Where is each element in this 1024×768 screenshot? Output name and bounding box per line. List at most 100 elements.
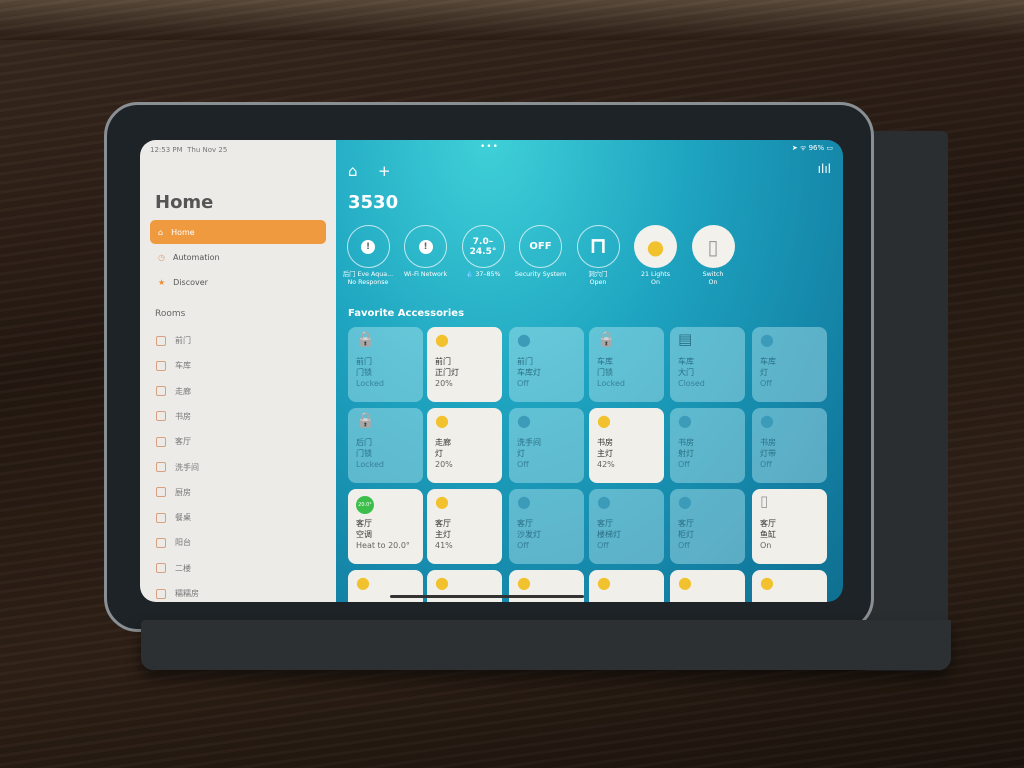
- chip-label: Wi-Fi Network: [403, 271, 448, 278]
- tile-name: 客厅: [760, 519, 776, 528]
- sidebar-room-item[interactable]: 前门: [156, 335, 191, 346]
- accessory-tile[interactable]: ● 书房 射灯 Off: [670, 408, 745, 483]
- tile-name: 洗手间: [517, 438, 541, 447]
- bulb-icon: ●: [678, 573, 692, 592]
- status-icon: OFF: [519, 225, 562, 268]
- tile-name: 客厅: [517, 519, 533, 528]
- sidebar-room-item[interactable]: 书房: [156, 411, 191, 422]
- accessory-tile[interactable]: 🔒 前门 门锁 Locked: [348, 327, 423, 402]
- status-chip[interactable]: ▯ Switch On: [683, 225, 743, 287]
- status-chip[interactable]: OFF Security System: [511, 225, 571, 279]
- status-chip[interactable]: ! Wi-Fi Network: [396, 225, 456, 279]
- tile-state: Off: [517, 460, 529, 469]
- sidebar-title: Home: [155, 192, 214, 213]
- room-icon: [156, 512, 166, 523]
- bulb-icon: ●: [517, 492, 531, 511]
- chip-state: No Response: [347, 279, 389, 286]
- home-name: 3530: [348, 192, 399, 213]
- accessory-tile[interactable]: ● 客厅 楼梯灯 Off: [589, 489, 664, 564]
- accessory-tile[interactable]: ● 洗手间灯 Off: [509, 408, 584, 483]
- sidebar-room-item[interactable]: 餐桌: [156, 512, 191, 523]
- time: 12:53 PM: [150, 146, 183, 154]
- accessory-tile[interactable]: ● 车库灯 Off: [752, 327, 827, 402]
- room-label: 车库: [175, 361, 191, 371]
- bulb-icon: ●: [678, 492, 692, 511]
- sidebar-room-item[interactable]: 二楼: [156, 563, 191, 574]
- tile-name: 空调: [356, 530, 372, 539]
- accessory-tile[interactable]: ●: [589, 570, 664, 602]
- room-icon: [156, 360, 166, 371]
- tile-name: 沙发灯: [517, 530, 541, 539]
- room-label: 糯糯房: [175, 589, 199, 598]
- status-chip[interactable]: 7.0–24.5° 💧 37–85%: [453, 225, 513, 279]
- room-icon: [156, 487, 166, 498]
- multitasking-dots[interactable]: •••: [480, 142, 499, 152]
- status-icon: !: [346, 225, 390, 268]
- sidebar-room-item[interactable]: 厨房: [156, 487, 191, 498]
- status-chip[interactable]: ⊓ 洞穴门 Open: [568, 225, 628, 287]
- tile-state: Off: [760, 379, 772, 388]
- tile-name: 门锁: [356, 449, 372, 458]
- tile-state: 42%: [597, 460, 615, 469]
- tile-state: 20%: [435, 379, 453, 388]
- accessory-tile[interactable]: ● 书房 主灯 42%: [589, 408, 664, 483]
- tile-state: Off: [597, 541, 609, 550]
- room-label: 走廊: [175, 386, 191, 396]
- accessory-tile[interactable]: ● 客厅 柜灯 Off: [670, 489, 745, 564]
- chip-state: Open: [589, 279, 607, 286]
- tile-name: 前门: [435, 357, 451, 366]
- tile-state: Locked: [356, 379, 384, 388]
- sidebar-room-item[interactable]: 客厅: [156, 436, 191, 447]
- accessory-tile[interactable]: ▯ 客厅 鱼缸 On: [752, 489, 827, 564]
- accessory-tile[interactable]: ● 走廊灯 20%: [427, 408, 502, 483]
- sidebar-room-item[interactable]: 阳台: [156, 537, 191, 548]
- status-icon: 7.0–24.5°: [461, 225, 505, 268]
- battery-level: 96%: [808, 144, 825, 152]
- tile-name: 前门: [356, 357, 372, 366]
- accessory-tile[interactable]: ▤ 车库 大门 Closed: [670, 327, 745, 402]
- siri-voice-icon[interactable]: ılıl: [818, 162, 831, 176]
- room-icon: [156, 537, 166, 548]
- accessory-tile[interactable]: 🔒 车库 门锁 Locked: [589, 327, 664, 402]
- sidebar-room-item[interactable]: 车库: [156, 360, 191, 371]
- sidebar-item-home[interactable]: ⌂ Home: [150, 220, 326, 244]
- tile-name: 后门: [356, 438, 372, 447]
- date: Thu Nov 25: [187, 146, 228, 154]
- accessory-tile[interactable]: ● 前门 车库灯 Off: [509, 327, 584, 402]
- room-icon: [156, 563, 166, 574]
- thermostat-icon: 20.0°: [356, 496, 415, 518]
- accessory-tile[interactable]: ● 客厅 主灯 41%: [427, 489, 502, 564]
- switch-icon: ▯: [691, 225, 735, 268]
- sidebar-item-discover[interactable]: ★ Discover: [150, 270, 326, 294]
- tile-state: Off: [517, 541, 529, 550]
- status-chip[interactable]: ! 后门 Eve Aqua... No Response: [338, 225, 398, 287]
- tile-name: 客厅: [356, 519, 372, 528]
- sidebar-item-automation[interactable]: ◷ Automation: [150, 245, 326, 269]
- chip-label: Security System: [514, 271, 567, 278]
- accessory-tile[interactable]: ● 客厅沙发灯 Off: [509, 489, 584, 564]
- lock-icon: 🔒: [597, 330, 616, 348]
- sidebar-room-item[interactable]: 洗手间: [156, 462, 199, 473]
- accessory-tile[interactable]: 20.0° 客厅 空调 Heat to 20.0°: [348, 489, 423, 564]
- home-icon[interactable]: ⌂: [348, 162, 358, 180]
- tile-state: Off: [517, 379, 529, 388]
- accessory-tile[interactable]: ●: [752, 570, 827, 602]
- status-bar: ➤ ᯤ 96% ▭: [791, 144, 833, 152]
- accessory-tile[interactable]: ● 书房 灯带 Off: [752, 408, 827, 483]
- tile-name: 客厅: [597, 519, 613, 528]
- sidebar-room-item[interactable]: 糯糯房: [156, 588, 199, 599]
- tile-name: 书房: [760, 438, 776, 447]
- sidebar-room-item[interactable]: 走廊: [156, 386, 191, 397]
- accessory-tile[interactable]: ●: [670, 570, 745, 602]
- bulb-icon: ●: [517, 411, 531, 430]
- home-indicator[interactable]: [390, 595, 584, 598]
- bulb-icon: ●: [597, 573, 611, 592]
- accessory-tile[interactable]: ● 前门 正门灯 20%: [427, 327, 502, 402]
- tile-state: Locked: [597, 379, 625, 388]
- add-button[interactable]: +: [378, 162, 391, 180]
- status-chip[interactable]: ● 21 Lights On: [626, 225, 686, 287]
- accessory-tile[interactable]: 🔒 后门 门锁 Locked: [348, 408, 423, 483]
- room-icon: [156, 588, 166, 599]
- house-icon: ⌂: [158, 227, 164, 237]
- tile-name: 灯: [435, 449, 443, 458]
